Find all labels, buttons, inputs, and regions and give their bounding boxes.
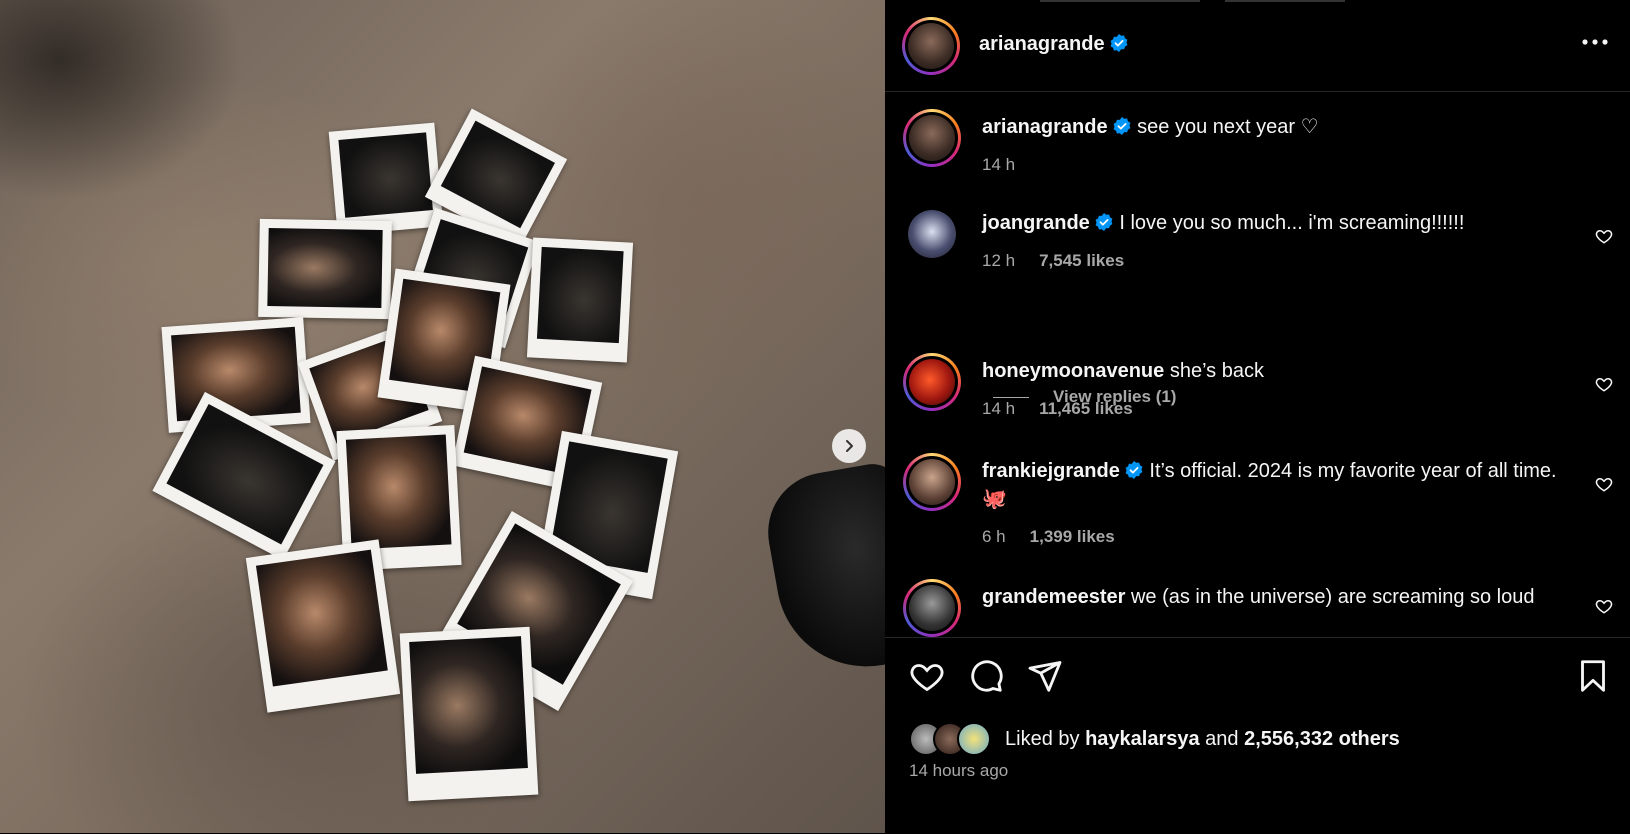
comment-avatar[interactable] [903,453,961,511]
comment-icon[interactable] [968,658,1004,694]
heart-icon[interactable] [909,658,945,694]
share-icon[interactable] [1027,658,1063,694]
comment-likes[interactable]: 7,545 likes [1039,251,1124,270]
comment-username[interactable]: joangrande [982,212,1090,234]
liked-by-prefix: Liked by [1005,727,1080,750]
comment-time[interactable]: 12 h [982,251,1015,270]
polaroid-photo [258,218,392,320]
heart-icon[interactable] [1595,227,1613,245]
heart-icon[interactable] [1595,597,1613,615]
comment-username[interactable]: grandemeester [982,586,1125,608]
caption-time[interactable]: 14 h [982,151,1582,179]
heart-icon[interactable] [1595,475,1613,493]
heart-icon[interactable] [1595,375,1613,393]
comment-text: I love you so much... i'm screaming!!!!!… [1119,212,1465,234]
comment-avatar[interactable] [903,353,961,411]
verified-badge-icon [1095,213,1113,231]
liked-by-user[interactable]: haykalarsya [1085,728,1200,750]
post-side-panel: arianagrande arianagrande see you next y… [885,0,1630,833]
liker-avatar[interactable] [957,722,991,756]
polaroid-photo [526,237,634,363]
comment-time[interactable]: 14 h [982,399,1015,418]
liked-by-others[interactable]: 2,556,332 others [1244,728,1400,750]
caption-username[interactable]: arianagrande [982,116,1108,138]
more-options-icon[interactable] [1580,32,1610,52]
author-avatar[interactable] [902,17,960,75]
comment-avatar[interactable] [903,579,961,637]
polaroid-photo [245,539,401,713]
comment-likes[interactable]: 1,399 likes [1030,527,1115,546]
post-media[interactable] [0,0,885,833]
comment-time[interactable]: 6 h [982,527,1006,546]
caption-text: see you next year ♡ [1137,116,1319,138]
comment-text: she’s back [1169,360,1264,382]
comment-text: we (as in the universe) are screaming so… [1130,586,1535,608]
comments-list[interactable]: arianagrande see you next year ♡ 14 h jo… [885,92,1630,637]
comment-avatar[interactable] [903,205,961,263]
polaroid-photo [328,122,444,236]
next-media-button[interactable] [832,429,866,463]
bookmark-icon[interactable] [1575,658,1611,694]
comment-username[interactable]: honeymoonavenue [982,360,1164,382]
caption-avatar[interactable] [903,109,961,167]
chevron-right-icon [846,440,853,452]
boot-shadow [758,459,885,681]
comment-likes[interactable]: 11,465 likes [1039,399,1133,418]
verified-badge-icon [1113,117,1131,135]
comment-username[interactable]: frankiejgrande [982,460,1120,482]
likes-summary: Liked by haykalarsya and 2,556,332 other… [909,722,1400,756]
polaroid-photo [399,626,539,802]
liked-by-joiner: and [1205,727,1239,750]
post-timestamp[interactable]: 14 hours ago [909,761,1008,781]
post-header: arianagrande [885,0,1630,92]
verified-badge-icon [1125,461,1143,479]
verified-badge-icon [1110,34,1128,52]
author-username[interactable]: arianagrande [979,33,1105,55]
